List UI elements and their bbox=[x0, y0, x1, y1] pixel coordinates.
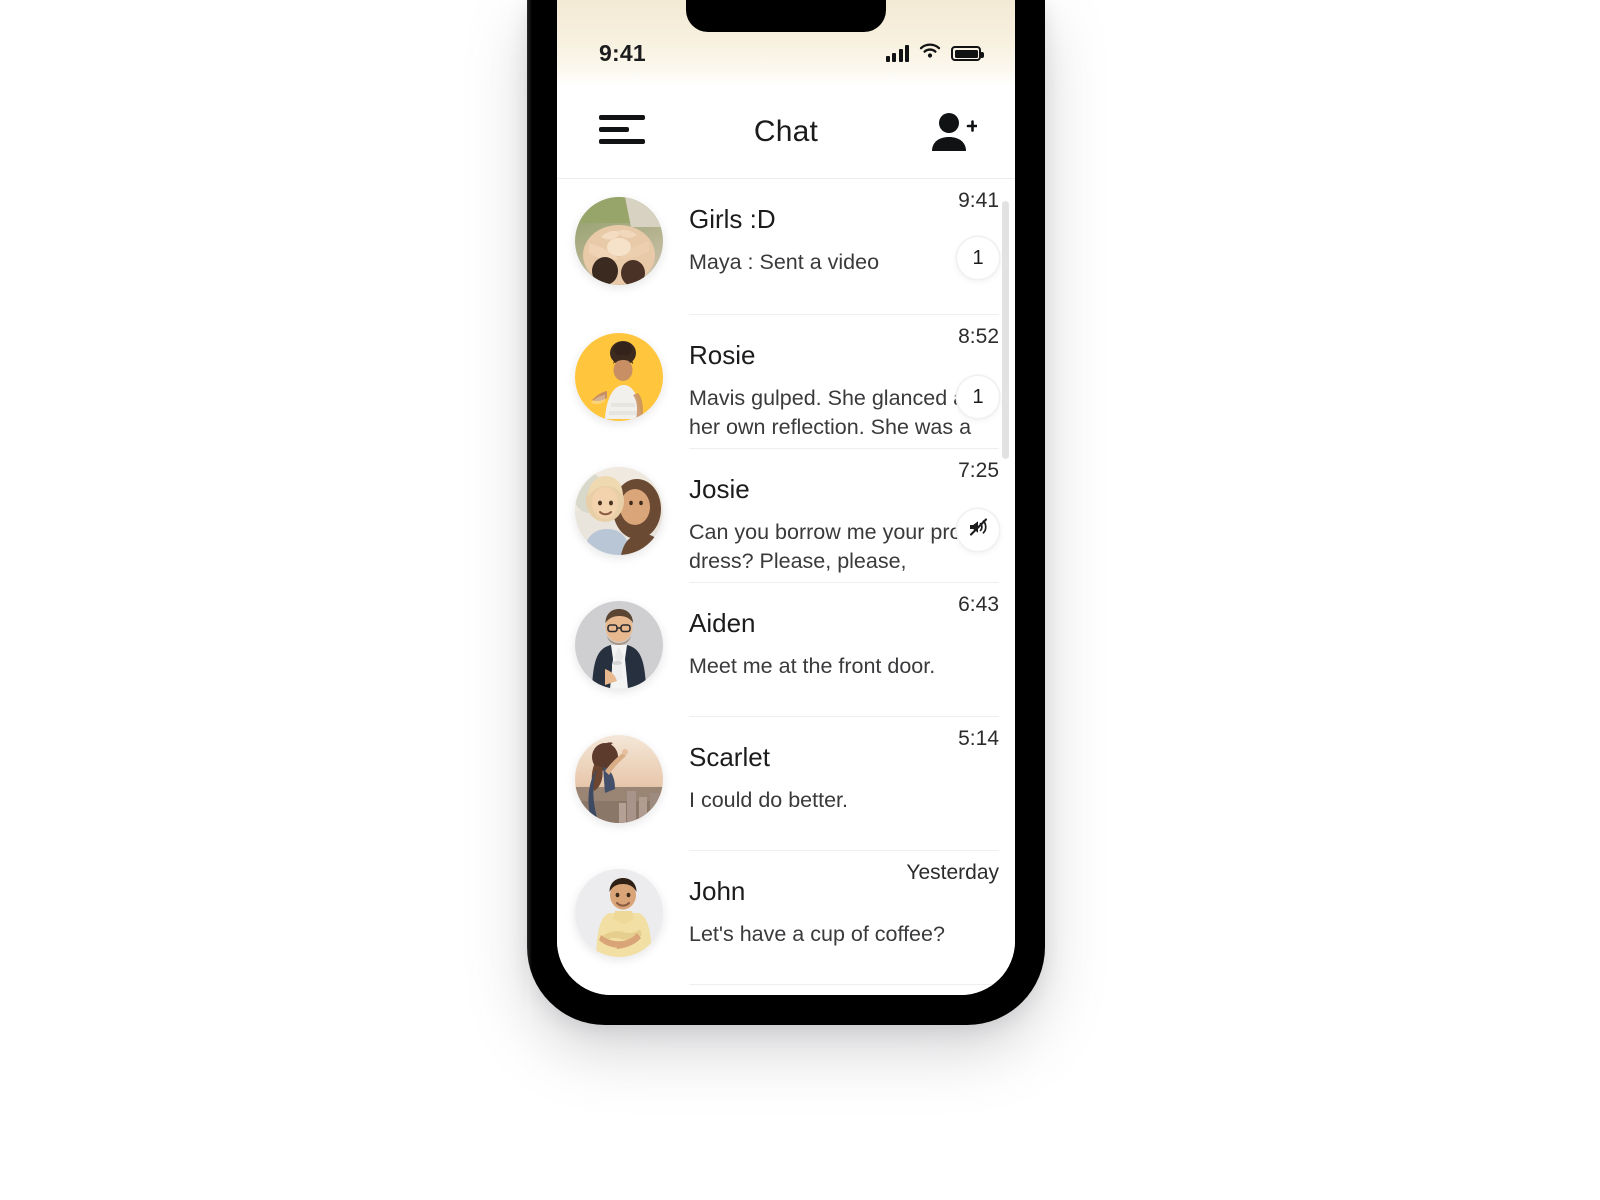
chat-row-body: 8:52 Rosie Mavis gulped. She glanced at … bbox=[689, 315, 999, 449]
chat-list-item[interactable]: Yesterday John Let's have a cup of coffe… bbox=[557, 851, 1015, 985]
phone-device-frame: 9:41 Chat 9:41 Girls:D Maya: Sent a vi… bbox=[527, 0, 1045, 1025]
chat-name: Scarlet bbox=[689, 742, 770, 772]
notch bbox=[686, 0, 886, 32]
phone-screen: 9:41 Chat 9:41 Girls:D Maya: Sent a vi… bbox=[557, 0, 1015, 995]
chat-list-item[interactable]: 5:14 Scarlet I could do better. bbox=[557, 717, 1015, 851]
unread-count-badge[interactable]: 1 bbox=[957, 376, 999, 418]
wifi-icon bbox=[918, 42, 942, 65]
chat-list-item[interactable]: 8:52 Rosie Mavis gulped. She glanced at … bbox=[557, 315, 1015, 449]
chat-name: Rosie bbox=[689, 340, 756, 370]
scrollbar-thumb[interactable] bbox=[1002, 201, 1009, 459]
avatar bbox=[575, 735, 663, 823]
battery-full-icon bbox=[951, 46, 984, 61]
chat-name: Girls :D bbox=[689, 204, 776, 234]
status-bar: 9:41 bbox=[557, 0, 1015, 86]
chat-list[interactable]: 9:41 Girls :D Maya : Sent a video 1 8:52… bbox=[557, 179, 1015, 995]
chat-timestamp: 7:25 bbox=[958, 459, 999, 482]
avatar bbox=[575, 601, 663, 689]
status-bar-icons bbox=[885, 42, 984, 65]
chat-row-body: Yesterday John Let's have a cup of coffe… bbox=[689, 851, 999, 985]
chat-preview-message: Meet me at the front door. bbox=[689, 653, 936, 678]
add-person-icon[interactable] bbox=[927, 110, 979, 154]
chat-preview-message: Can you borrow me your prom dress? Pleas… bbox=[689, 519, 980, 573]
chat-preview-message: I could do better. bbox=[689, 787, 848, 812]
cellular-signal-icon bbox=[885, 45, 909, 62]
chat-row-body: 9:41 Girls :D Maya : Sent a video 1 bbox=[689, 179, 999, 315]
chat-row-body: 6:43 Aiden Meet me at the front door. bbox=[689, 583, 999, 717]
chat-timestamp: Yesterday bbox=[906, 861, 999, 884]
mute-badge[interactable] bbox=[957, 509, 999, 551]
chat-row-body: 5:14 Scarlet I could do better. bbox=[689, 717, 999, 851]
scrollbar-track[interactable] bbox=[1002, 187, 1009, 988]
chat-preview-message: Mavis gulped. She glanced at her own ref… bbox=[689, 385, 972, 439]
nav-bar: Chat bbox=[557, 86, 1015, 179]
chat-name: Aiden bbox=[689, 608, 756, 638]
chat-preview-message: Maya : Sent a video bbox=[689, 249, 880, 274]
status-bar-time: 9:41 bbox=[599, 40, 646, 66]
chat-list-item[interactable]: 6:43 Aiden Meet me at the front door. bbox=[557, 583, 1015, 717]
row-divider bbox=[689, 984, 999, 985]
avatar bbox=[575, 197, 663, 285]
chat-list-item[interactable]: 7:25 Josie Can you borrow me your prom d… bbox=[557, 449, 1015, 583]
avatar bbox=[575, 869, 663, 957]
speaker-mute-icon bbox=[967, 517, 989, 543]
screenshot-canvas: 9:41 Chat 9:41 Girls:D Maya: Sent a vi… bbox=[0, 0, 1600, 1200]
chat-preview-message: Let's have a cup of coffee? bbox=[689, 921, 945, 946]
chat-timestamp: 5:14 bbox=[958, 727, 999, 750]
chat-list-item[interactable]: 9:41 Girls :D Maya : Sent a video 1 bbox=[557, 179, 1015, 315]
chat-timestamp: 6:43 bbox=[958, 593, 999, 616]
chat-timestamp: 9:41 bbox=[958, 189, 999, 212]
avatar bbox=[575, 467, 663, 555]
chat-timestamp: 8:52 bbox=[958, 325, 999, 348]
unread-count-badge[interactable]: 1 bbox=[957, 237, 999, 279]
chat-row-body: 7:25 Josie Can you borrow me your prom d… bbox=[689, 449, 999, 583]
chat-name: Josie bbox=[689, 474, 750, 504]
avatar bbox=[575, 333, 663, 421]
